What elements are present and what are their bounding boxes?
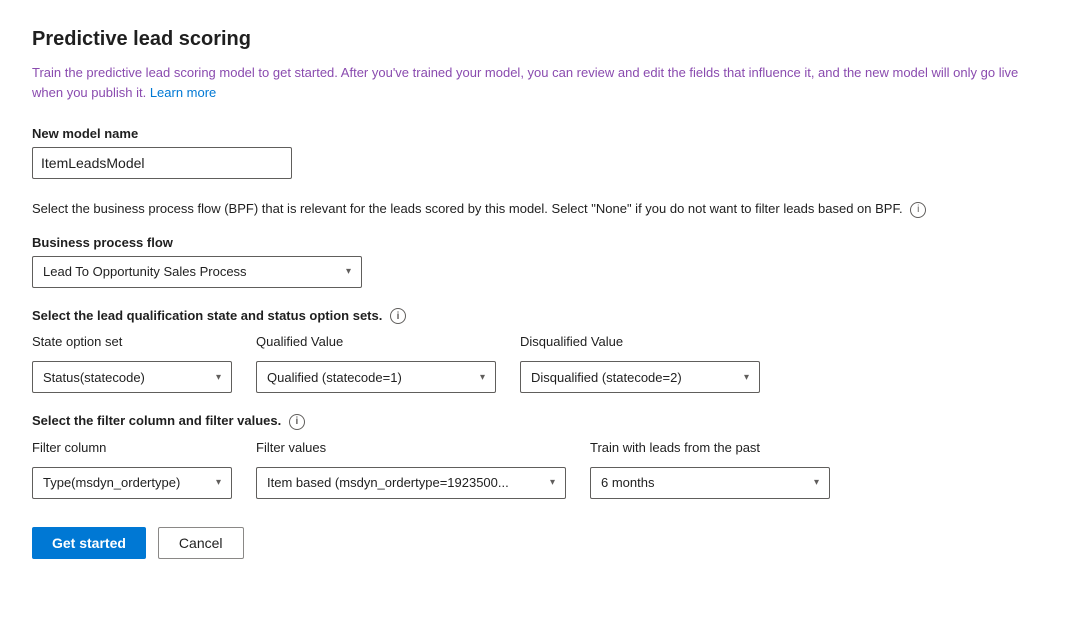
cancel-button[interactable]: Cancel [158,527,244,559]
qualified-dropdown[interactable]: Qualified (statecode=1) ▾ [256,361,496,393]
filter-column-group: Filter column Type(msdyn_ordertype) ▾ [32,440,232,499]
filter-val-chevron-icon: ▾ [550,477,555,488]
filter-values-dropdown[interactable]: Item based (msdyn_ordertype=1923500... ▾ [256,467,566,499]
bpf-label: Business process flow [32,235,1045,250]
filter-dropdowns: Filter column Type(msdyn_ordertype) ▾ Fi… [32,440,1045,499]
disqualified-chevron-icon: ▾ [744,372,749,383]
model-name-label: New model name [32,126,1045,141]
bpf-dropdown[interactable]: Lead To Opportunity Sales Process ▾ [32,256,362,288]
disqualified-value: Disqualified (statecode=2) [531,370,682,385]
learn-more-link[interactable]: Learn more [150,85,216,100]
disqualified-dropdown[interactable]: Disqualified (statecode=2) ▾ [520,361,760,393]
bpf-info-text: Select the business process flow (BPF) t… [32,199,1045,219]
train-chevron-icon: ▾ [814,477,819,488]
lead-qual-info-icon: i [390,308,406,324]
filter-values-value: Item based (msdyn_ordertype=1923500... [267,475,509,490]
train-label: Train with leads from the past [590,440,830,455]
qualified-group: Qualified Value Qualified (statecode=1) … [256,334,496,393]
filter-column-label: Filter column [32,440,232,455]
bpf-info-icon: i [910,202,926,218]
get-started-button[interactable]: Get started [32,527,146,559]
filter-heading: Select the filter column and filter valu… [32,413,1045,430]
filter-section: Select the filter column and filter valu… [32,413,1045,499]
bpf-section: Business process flow Lead To Opportunit… [32,235,1045,288]
filter-values-label: Filter values [256,440,566,455]
state-option-label: State option set [32,334,232,349]
model-name-section: New model name [32,126,1045,179]
action-buttons: Get started Cancel [32,527,1045,559]
train-group: Train with leads from the past 6 months … [590,440,830,499]
state-option-group: State option set Status(statecode) ▾ [32,334,232,393]
bpf-chevron-icon: ▾ [346,266,351,277]
description-text: Train the predictive lead scoring model … [32,63,1045,102]
model-name-input[interactable] [32,147,292,179]
qualified-value: Qualified (statecode=1) [267,370,402,385]
filter-column-value: Type(msdyn_ordertype) [43,475,180,490]
train-dropdown[interactable]: 6 months ▾ [590,467,830,499]
disqualified-group: Disqualified Value Disqualified (stateco… [520,334,760,393]
disqualified-label: Disqualified Value [520,334,760,349]
lead-qual-section: Select the lead qualification state and … [32,308,1045,394]
qualified-label: Qualified Value [256,334,496,349]
filter-col-chevron-icon: ▾ [216,477,221,488]
lead-qual-heading: Select the lead qualification state and … [32,308,1045,325]
filter-column-dropdown[interactable]: Type(msdyn_ordertype) ▾ [32,467,232,499]
filter-info-icon: i [289,414,305,430]
page-container: Predictive lead scoring Train the predic… [0,0,1077,622]
train-value: 6 months [601,475,654,490]
state-option-dropdown[interactable]: Status(statecode) ▾ [32,361,232,393]
state-chevron-icon: ▾ [216,372,221,383]
state-option-value: Status(statecode) [43,370,145,385]
qualified-chevron-icon: ▾ [480,372,485,383]
lead-qual-dropdowns: State option set Status(statecode) ▾ Qua… [32,334,1045,393]
bpf-dropdown-value: Lead To Opportunity Sales Process [43,264,247,279]
page-title: Predictive lead scoring [32,28,1045,51]
filter-values-group: Filter values Item based (msdyn_ordertyp… [256,440,566,499]
